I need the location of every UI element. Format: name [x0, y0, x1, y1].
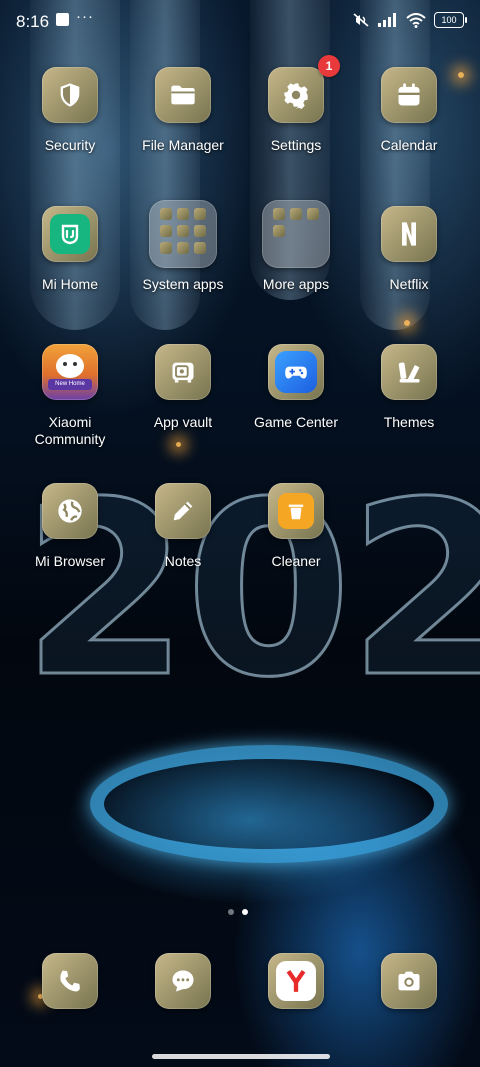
home-gesture-bar[interactable] [152, 1054, 330, 1059]
app-game-center[interactable]: Game Center [240, 344, 352, 431]
mute-icon [353, 13, 369, 27]
yandex-browser-icon [286, 970, 306, 992]
gamepad-icon [285, 366, 307, 379]
app-label: Notes [164, 553, 202, 569]
app-app-vault[interactable]: App vault [127, 344, 239, 431]
app-label: Themes [383, 414, 435, 430]
gear-icon [284, 83, 308, 109]
app-cleaner[interactable]: Cleaner [240, 483, 352, 570]
shield-icon [60, 83, 80, 107]
app-label: Game Center [253, 414, 339, 430]
trash-icon [288, 504, 304, 520]
mi-home-icon [61, 224, 79, 245]
app-label: File Manager [142, 137, 224, 153]
globe-icon [58, 499, 82, 523]
app-xiaomi-community[interactable]: New Home Xiaomi Community [14, 344, 126, 448]
app-settings[interactable]: 1 Settings [240, 55, 352, 154]
app-security[interactable]: Security [14, 67, 126, 154]
app-label: App vault [153, 414, 213, 430]
app-netflix[interactable]: Netflix [353, 206, 465, 293]
app-label: Settings [270, 137, 322, 153]
netflix-icon [402, 222, 416, 246]
app-label: Mi Home [41, 276, 98, 292]
app-label: Calendar [380, 137, 438, 153]
app-label: System apps [142, 276, 224, 292]
app-label: Netflix [389, 276, 429, 292]
page-dot-active[interactable] [242, 909, 248, 915]
status-bar: 8:16 ··· 100 [0, 0, 480, 44]
pencil-icon [173, 501, 193, 521]
page-dot[interactable] [228, 909, 234, 915]
page-indicator [228, 909, 248, 915]
app-label: Security [44, 137, 96, 153]
vault-icon [172, 362, 194, 383]
wifi-icon [406, 12, 426, 28]
battery-icon: 100 [434, 12, 467, 28]
community-icon: New Home [46, 348, 94, 396]
app-folder-icon [149, 200, 217, 268]
dock-browser[interactable] [240, 953, 352, 1009]
calendar-icon [398, 83, 420, 106]
app-calendar[interactable]: Calendar [353, 67, 465, 154]
themes-icon [398, 362, 420, 383]
folder-icon [171, 85, 195, 105]
phone-icon [60, 970, 80, 992]
app-mi-browser[interactable]: Mi Browser [14, 483, 126, 570]
app-file-manager[interactable]: File Manager [127, 67, 239, 154]
dock-messages[interactable] [127, 953, 239, 1009]
more-notifications-icon: ··· [76, 8, 94, 25]
dock-camera[interactable] [353, 953, 465, 1009]
app-notes[interactable]: Notes [127, 483, 239, 570]
app-label: Xiaomi Community [34, 414, 106, 447]
app-themes[interactable]: Themes [353, 344, 465, 431]
camera-icon [398, 971, 420, 991]
app-label: Mi Browser [34, 553, 105, 569]
folder-more-apps[interactable]: More apps [240, 200, 352, 293]
app-label: More apps [262, 276, 330, 292]
folder-system-apps[interactable]: System apps [127, 200, 239, 293]
clock: 8:16 [16, 12, 50, 31]
image-notification-icon [56, 13, 69, 26]
notification-badge: 1 [318, 55, 340, 77]
message-icon [172, 970, 194, 992]
app-mi-home[interactable]: Mi Home [14, 206, 126, 293]
dock-phone[interactable] [14, 953, 126, 1009]
signal-icon [378, 13, 396, 27]
app-folder-icon [262, 200, 330, 268]
app-label: Cleaner [271, 553, 321, 569]
